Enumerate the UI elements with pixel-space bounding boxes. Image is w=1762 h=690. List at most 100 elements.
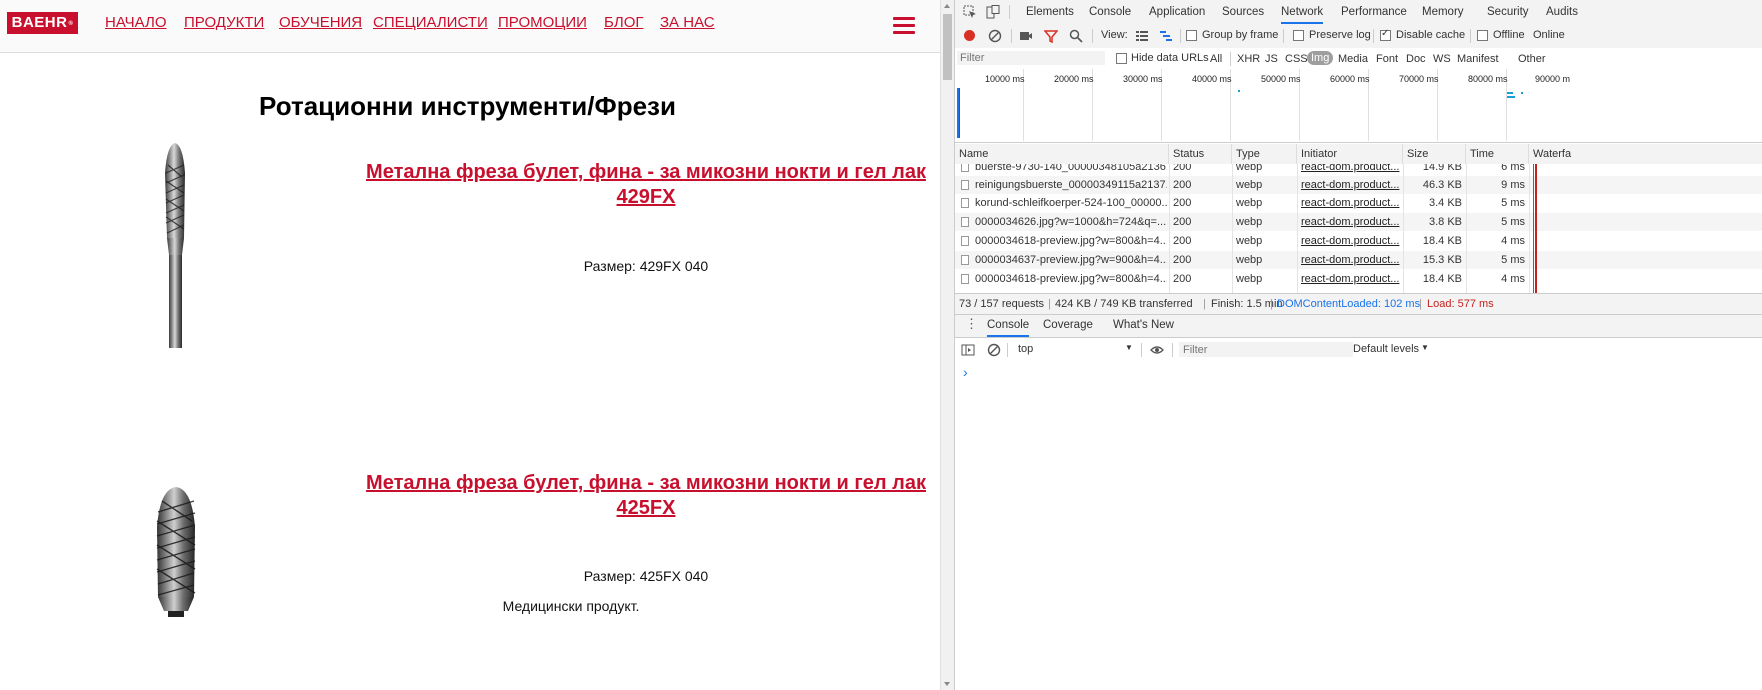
nav-products[interactable]: ПРОДУКТИ [184,14,264,31]
network-filter-input[interactable] [957,51,1105,65]
context-dropdown-arrow-icon[interactable]: ▼ [1125,343,1133,352]
request-initiator[interactable]: react-dom.product... [1301,176,1401,194]
tab-application[interactable]: Application [1149,6,1205,18]
filter-type-img[interactable]: Img [1307,51,1334,65]
product-title-425fx[interactable]: Метална фреза булет, фина - за микозни н… [365,471,927,521]
request-initiator[interactable]: react-dom.product... [1301,164,1401,176]
screenshot-camera-icon[interactable] [1019,29,1033,43]
page-scrollbar[interactable] [940,0,954,690]
tab-performance[interactable]: Performance [1341,6,1407,18]
filter-type-js[interactable]: JS [1265,53,1278,65]
filter-type-doc[interactable]: Doc [1406,53,1426,65]
request-status: 200 [1173,216,1192,228]
column-status[interactable]: Status [1169,144,1232,164]
nav-home[interactable]: НАЧАЛО [105,14,167,31]
nav-about[interactable]: ЗА НАС [660,14,715,31]
timeline-tick-label: 90000 m [1535,74,1571,84]
filter-type-media[interactable]: Media [1338,53,1368,65]
filter-type-css[interactable]: CSS [1285,53,1308,65]
column-type[interactable]: Type [1232,144,1297,164]
filter-type-manifest[interactable]: Manifest [1457,53,1499,65]
console-sidebar-icon[interactable] [961,343,975,357]
console-filter-input[interactable] [1179,342,1353,357]
request-status: 200 [1173,179,1192,191]
scroll-up-arrow-icon[interactable] [944,4,950,8]
table-row[interactable]: 0000034618-preview.jpg?w=800&h=4... 200 … [955,270,1762,288]
drawer-menu-kebab-icon[interactable]: ⋮ [965,317,978,330]
offline-checkbox[interactable] [1477,30,1488,41]
disable-cache-checkbox[interactable] [1380,28,1391,41]
tab-network[interactable]: Network [1281,6,1324,24]
timeline-tick-label: 60000 ms [1330,74,1370,84]
clear-icon[interactable] [988,29,1002,43]
group-by-frame-checkbox[interactable] [1186,30,1197,41]
nav-blog[interactable]: БЛОГ [604,14,643,31]
request-initiator[interactable]: react-dom.product... [1301,213,1401,231]
product-image-429fx[interactable] [155,143,197,348]
tab-console[interactable]: Console [1089,6,1131,18]
nav-trainings[interactable]: ОБУЧЕНИЯ [279,14,362,31]
network-toolbar: View: Group by frame Preserve log Disabl… [955,24,1762,49]
device-toolbar-icon[interactable] [986,5,1000,19]
filter-type-all[interactable]: All [1210,53,1222,65]
clear-console-icon[interactable] [987,343,1001,357]
filter-type-font[interactable]: Font [1376,53,1398,65]
tab-security[interactable]: Security [1487,6,1529,18]
inspect-element-icon[interactable] [963,5,977,19]
drawer-tab-whats-new[interactable]: What's New [1113,319,1174,331]
hamburger-icon[interactable] [893,17,915,35]
request-status: 200 [1173,235,1192,247]
throttling-select[interactable]: Online [1533,29,1565,41]
tab-sources[interactable]: Sources [1222,6,1264,18]
request-initiator[interactable]: react-dom.product... [1301,194,1401,212]
request-initiator[interactable]: react-dom.product... [1301,232,1401,250]
table-row[interactable]: buerste-9730-140_00000348105a2136... 200… [955,164,1762,176]
tab-memory[interactable]: Memory [1422,6,1464,18]
baehr-logo[interactable]: BAEHR® [7,12,78,34]
request-initiator[interactable]: react-dom.product... [1301,270,1401,288]
file-icon [961,198,969,208]
column-size[interactable]: Size [1403,144,1466,164]
nav-promotions[interactable]: ПРОМОЦИИ [498,14,587,31]
product-title-429fx[interactable]: Метална фреза булет, фина - за микозни н… [365,160,927,210]
scroll-down-arrow-icon[interactable] [944,682,950,686]
page-scroll-thumb[interactable] [943,14,952,80]
summary-requests: 73 / 157 requests [959,298,1045,310]
timeline-request-bar [1507,96,1515,98]
tab-audits[interactable]: Audits [1546,6,1578,18]
filter-type-other[interactable]: Other [1518,53,1546,65]
timeline-request-bar [1507,92,1513,94]
product-image-425fx[interactable] [152,487,200,617]
filter-type-ws[interactable]: WS [1433,53,1451,65]
nav-specialists[interactable]: СПЕЦИАЛИСТИ [373,14,488,31]
table-row[interactable]: korund-schleifkoerper-524-100_00000... 2… [955,194,1762,212]
requests-rows: buerste-9730-140_00000348105a2136... 200… [955,164,1762,293]
live-expression-eye-icon[interactable] [1150,343,1164,357]
filter-type-xhr[interactable]: XHR [1237,53,1260,65]
drawer-tab-console[interactable]: Console [987,319,1030,337]
log-levels-select[interactable]: Default levels [1353,343,1419,355]
record-icon[interactable] [964,30,975,41]
console-output[interactable]: › [955,362,1762,690]
large-rows-icon[interactable] [1135,29,1149,43]
table-row[interactable]: 0000034626.jpg?w=1000&h=724&q=... 200 we… [955,213,1762,231]
waterfall-overview-icon[interactable] [1159,29,1173,43]
console-toolbar: top ▼ Default levels ▼ [955,338,1762,363]
filter-funnel-icon[interactable] [1044,29,1058,43]
tab-elements[interactable]: Elements [1026,6,1074,18]
execution-context-select[interactable]: top [1018,343,1033,355]
table-row[interactable]: 0000034637-preview.jpg?w=900&h=4... 200 … [955,251,1762,269]
column-name[interactable]: Name [955,144,1169,164]
search-icon[interactable] [1069,29,1083,43]
table-row[interactable]: 0000034618-preview.jpg?w=800&h=4... 200 … [955,232,1762,250]
drawer-tab-coverage[interactable]: Coverage [1043,319,1093,331]
levels-dropdown-arrow-icon[interactable]: ▼ [1421,343,1429,352]
column-time[interactable]: Time [1466,144,1529,164]
preserve-log-checkbox[interactable] [1293,30,1304,41]
request-initiator[interactable]: react-dom.product... [1301,251,1401,269]
column-waterfall[interactable]: Waterfa [1529,144,1762,164]
table-row[interactable]: reinigungsbuerste_00000349115a2137... 20… [955,176,1762,194]
hide-data-urls-checkbox[interactable] [1116,53,1127,64]
console-prompt[interactable]: › [963,364,968,380]
column-initiator[interactable]: Initiator [1297,144,1403,164]
